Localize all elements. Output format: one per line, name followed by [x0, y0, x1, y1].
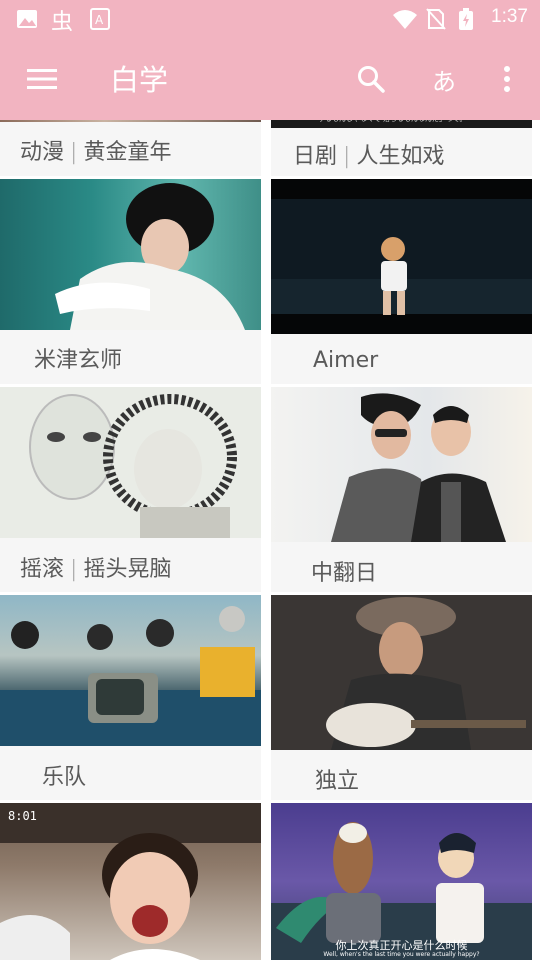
- card-indie[interactable]: 独立: [271, 595, 532, 800]
- card-yonezu[interactable]: 米津玄师: [0, 179, 261, 384]
- menu-icon: [27, 69, 57, 89]
- no-sim-icon: [426, 8, 446, 30]
- card-zhongfan[interactable]: 中翻日: [271, 387, 532, 592]
- card-label: 动漫 | 黄金童年: [20, 140, 172, 165]
- category-grid: 动漫|黄金童年 「するもんじゃなくて 落ちるもんなんだ」って。 日剧|人生如戏 …: [0, 0, 540, 960]
- kana-button[interactable]: あ: [422, 57, 466, 101]
- subtitle-en: Well, when's the last time you were actu…: [323, 951, 480, 958]
- photo-person-icon: [55, 183, 245, 330]
- caption-background: [271, 334, 532, 384]
- card-band[interactable]: 乐队: [0, 595, 261, 800]
- image-icon: [17, 10, 37, 28]
- photo-guitarist-icon: [271, 595, 532, 750]
- search-icon: [358, 66, 385, 93]
- photo-girl-icon: [0, 803, 261, 960]
- card-label: 中翻日: [311, 561, 378, 586]
- svg-text:虫: 虫: [51, 10, 73, 31]
- status-bar: 虫 A 1:37: [0, 0, 540, 38]
- card-thumbnail: [271, 179, 532, 334]
- caption-background: [271, 750, 532, 800]
- card-thumbnail: 你上次真正开心是什么时候 Well, when's the last time …: [271, 803, 532, 960]
- search-button[interactable]: [349, 57, 393, 101]
- card-label: 独立: [315, 769, 360, 794]
- card-aimer[interactable]: Aimer: [271, 179, 532, 384]
- card-ninetimes[interactable]: 8:01: [0, 803, 261, 960]
- card-bojack[interactable]: 你上次真正开心是什么时候 Well, when's the last time …: [271, 803, 532, 960]
- card-label: Aimer: [313, 348, 379, 373]
- card-thumbnail: [0, 179, 261, 330]
- card-thumbnail: [0, 387, 261, 538]
- card-thumbnail: [271, 387, 532, 542]
- photo-sketch-icon: [29, 394, 237, 538]
- kana-label: あ: [432, 67, 456, 96]
- battery-charging-icon: [459, 8, 473, 30]
- wifi-icon: [393, 10, 417, 29]
- card-thumbnail: [271, 595, 532, 750]
- card-label: 日剧 | 人生如戏: [293, 144, 445, 169]
- card-label: 乐队: [42, 765, 87, 790]
- app-bar: 白学 あ: [0, 38, 540, 120]
- a-app-icon: A: [90, 8, 110, 30]
- page-title: 白学: [110, 63, 169, 97]
- card-label: 米津玄师: [34, 348, 123, 373]
- caption-background: [0, 746, 261, 800]
- photo-band-icon: [0, 606, 261, 746]
- overlay-text: 8:01: [8, 809, 37, 823]
- card-label: 摇滚 | 摇头晃脑: [20, 557, 172, 582]
- card-rock[interactable]: 摇滚 | 摇头晃脑: [0, 387, 261, 592]
- svg-text:A: A: [95, 13, 104, 27]
- card-thumbnail: 8:01: [0, 803, 261, 960]
- photo-two-men-icon: [331, 393, 506, 542]
- more-vert-icon: [504, 66, 510, 92]
- card-thumbnail: [0, 595, 261, 746]
- photo-concert-icon: [271, 199, 532, 315]
- more-options-button[interactable]: [485, 57, 529, 101]
- clock: 1:37: [491, 6, 528, 27]
- chong-app-icon: 虫: [51, 10, 73, 31]
- menu-button[interactable]: [20, 57, 64, 101]
